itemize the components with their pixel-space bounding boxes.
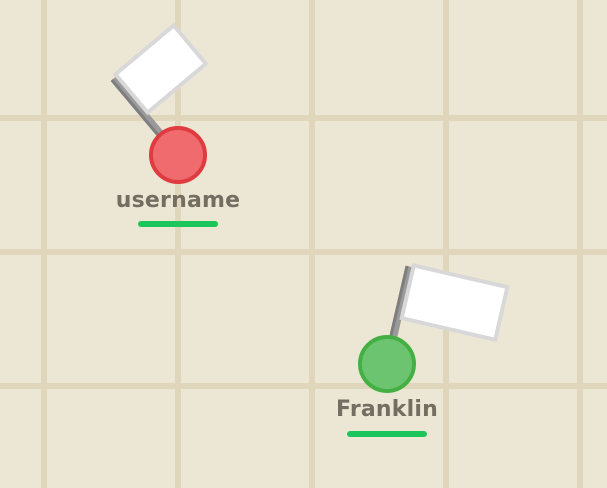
player-body [149, 126, 207, 184]
grid-background [0, 0, 607, 488]
health-bar [347, 431, 427, 437]
grid-horizontal-lines [0, 115, 607, 389]
health-bar [138, 221, 218, 227]
player-name-label: Franklin [336, 397, 438, 422]
game-canvas[interactable]: username Franklin [0, 0, 607, 488]
player-name-label: username [115, 188, 241, 213]
player-body [358, 335, 416, 393]
